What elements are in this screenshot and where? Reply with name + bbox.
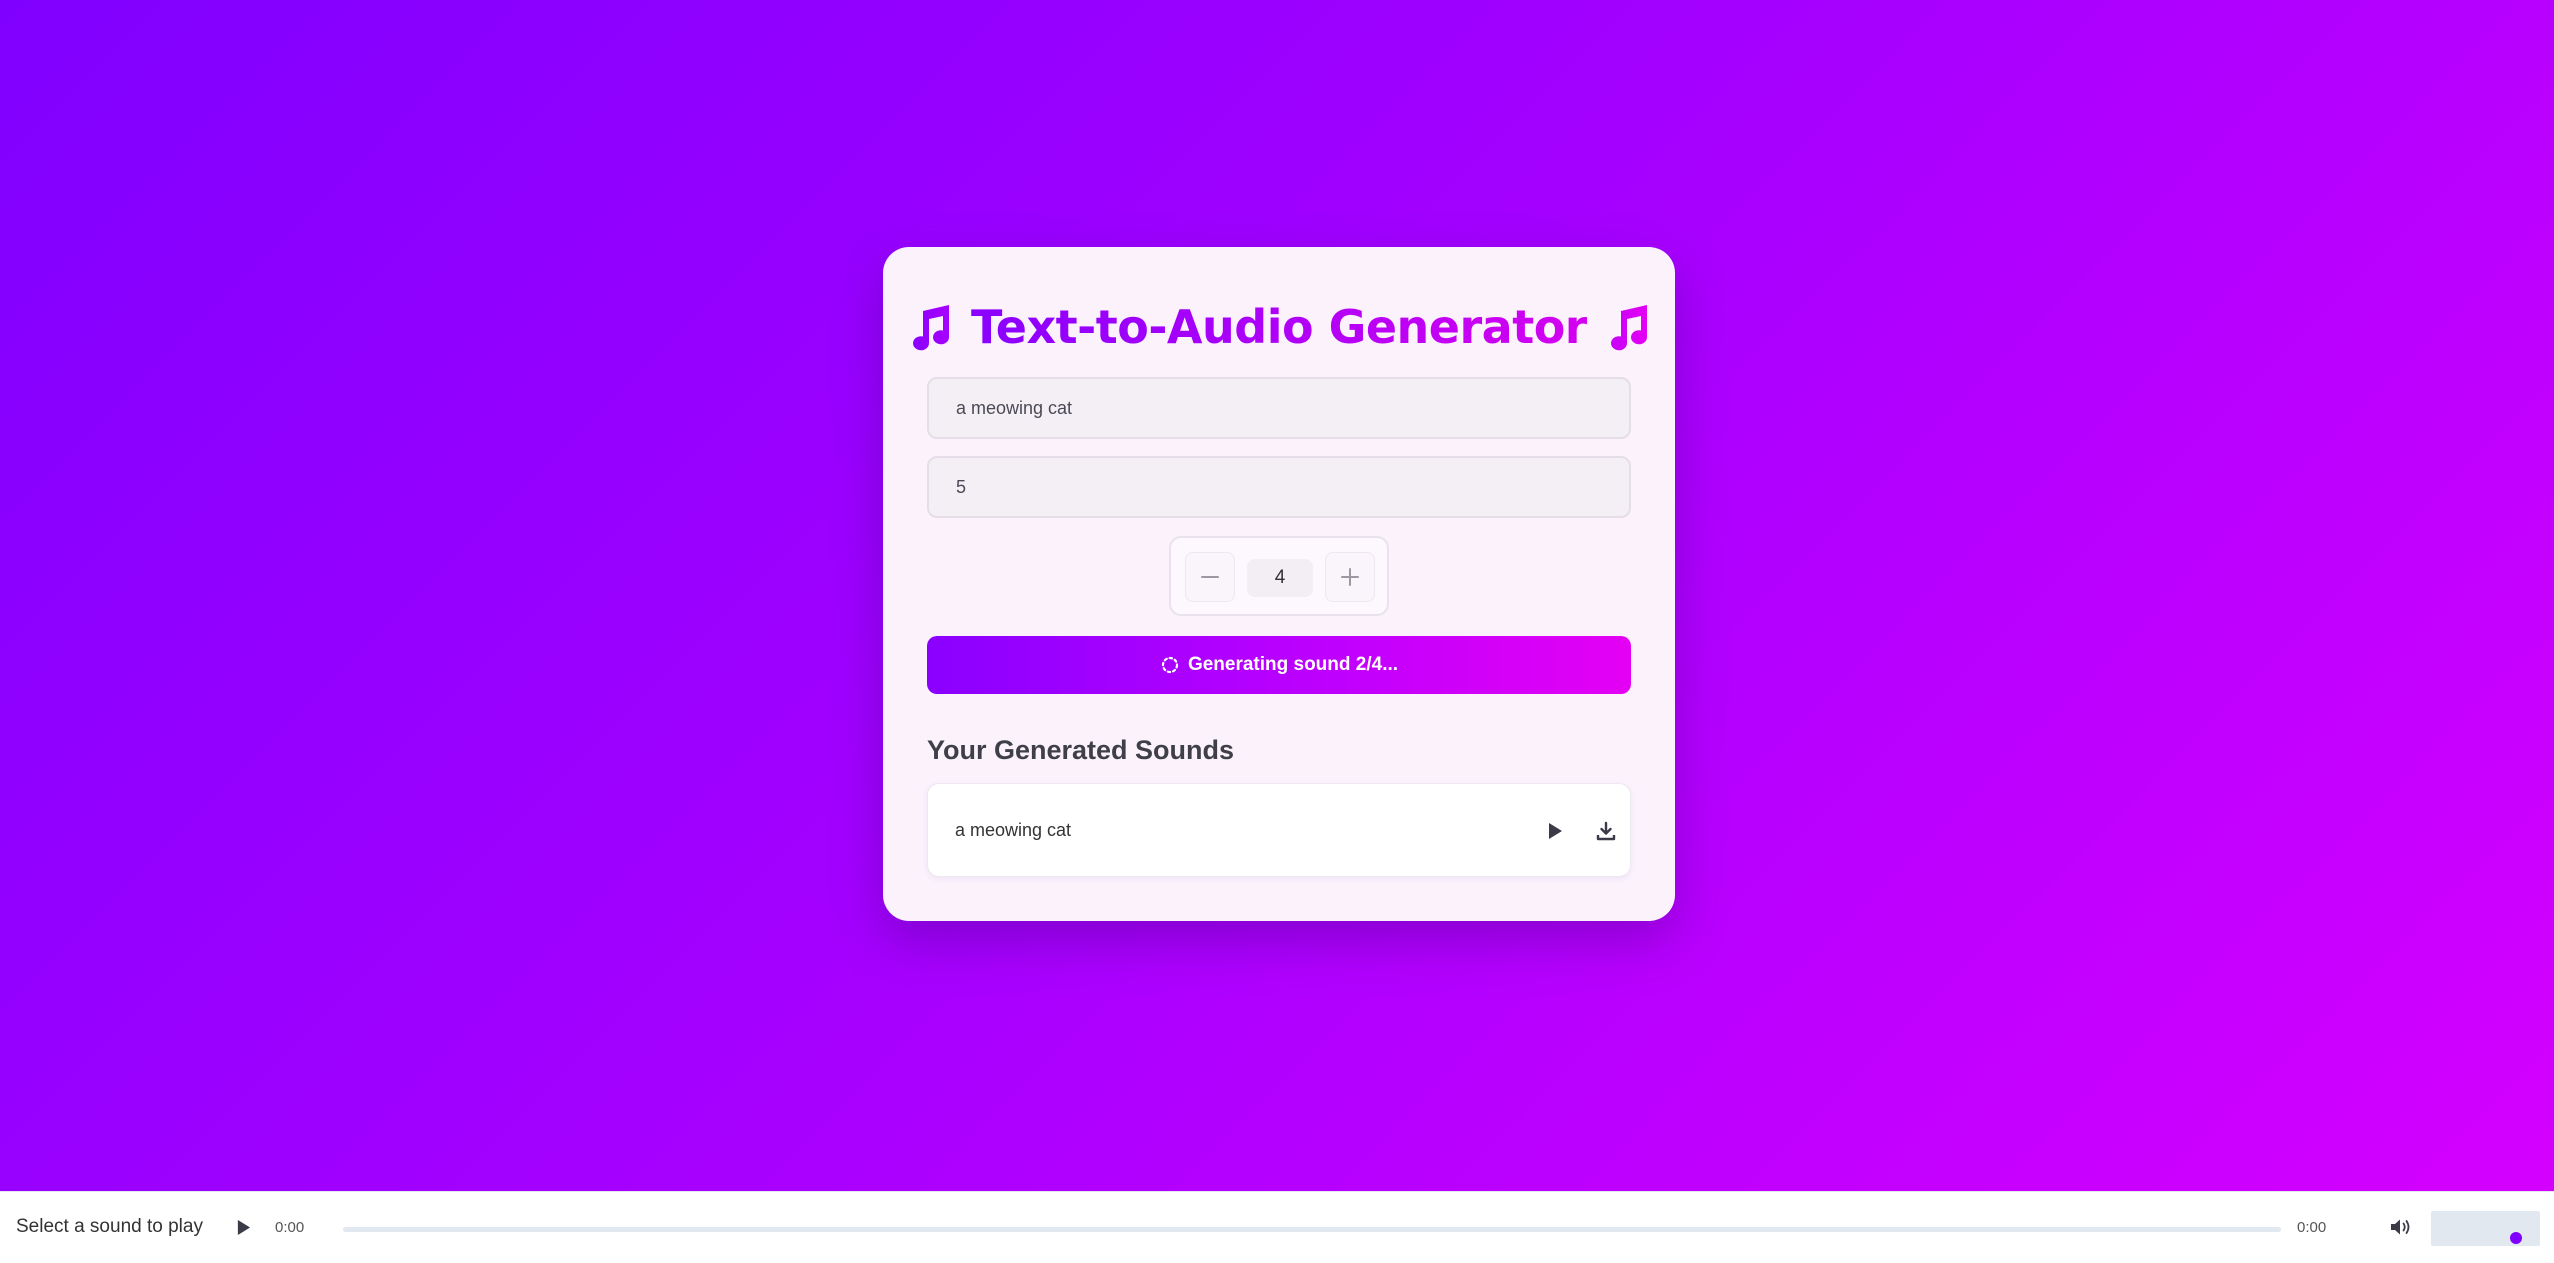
count-value[interactable]: 4 (1247, 559, 1313, 597)
increment-button[interactable] (1325, 552, 1375, 602)
volume-icon (2391, 1219, 2410, 1235)
minus-icon (1201, 576, 1219, 578)
duration-time: 0:00 (2297, 1219, 2327, 1236)
sound-list-item: a meowing cat (927, 783, 1631, 877)
volume-slider-thumb[interactable] (2510, 1232, 2523, 1244)
duration-input[interactable] (956, 476, 1629, 498)
sound-name: a meowing cat (955, 820, 1072, 840)
play-icon (1549, 823, 1562, 839)
volume-slider[interactable] (2431, 1211, 2540, 1246)
progress-bar[interactable] (343, 1227, 2281, 1232)
plus-icon (1341, 568, 1359, 586)
decrement-button[interactable] (1185, 552, 1235, 602)
now-playing-label: Select a sound to play (16, 1216, 203, 1237)
current-time: 0:00 (275, 1219, 305, 1236)
music-note-icon (913, 305, 950, 351)
duration-field[interactable] (927, 456, 1631, 518)
prompt-field[interactable] (927, 377, 1631, 439)
download-icon (1596, 821, 1616, 841)
play-button[interactable] (1537, 813, 1573, 849)
play-icon (237, 1219, 250, 1235)
generate-button-label: Generating sound 2/4... (1187, 654, 1399, 675)
title-text: Text-to-Audio Generator (971, 300, 1587, 354)
player-play-button[interactable] (228, 1212, 258, 1242)
download-button[interactable] (1588, 813, 1624, 849)
page-title: Text-to-Audio Generator (883, 292, 1675, 362)
volume-button[interactable] (2386, 1212, 2416, 1242)
audio-player-bar: Select a sound to play 0:00 0:00 (0, 1191, 2554, 1263)
count-stepper: 4 (1169, 536, 1389, 616)
spinner-icon (1161, 656, 1179, 674)
music-note-icon (1610, 305, 1647, 351)
sounds-heading: Your Generated Sounds (927, 735, 1235, 765)
prompt-input[interactable] (956, 397, 1629, 419)
generate-button[interactable]: Generating sound 2/4... (927, 636, 1631, 694)
generator-card: Text-to-Audio Generator 4 Generating sou… (883, 247, 1675, 921)
